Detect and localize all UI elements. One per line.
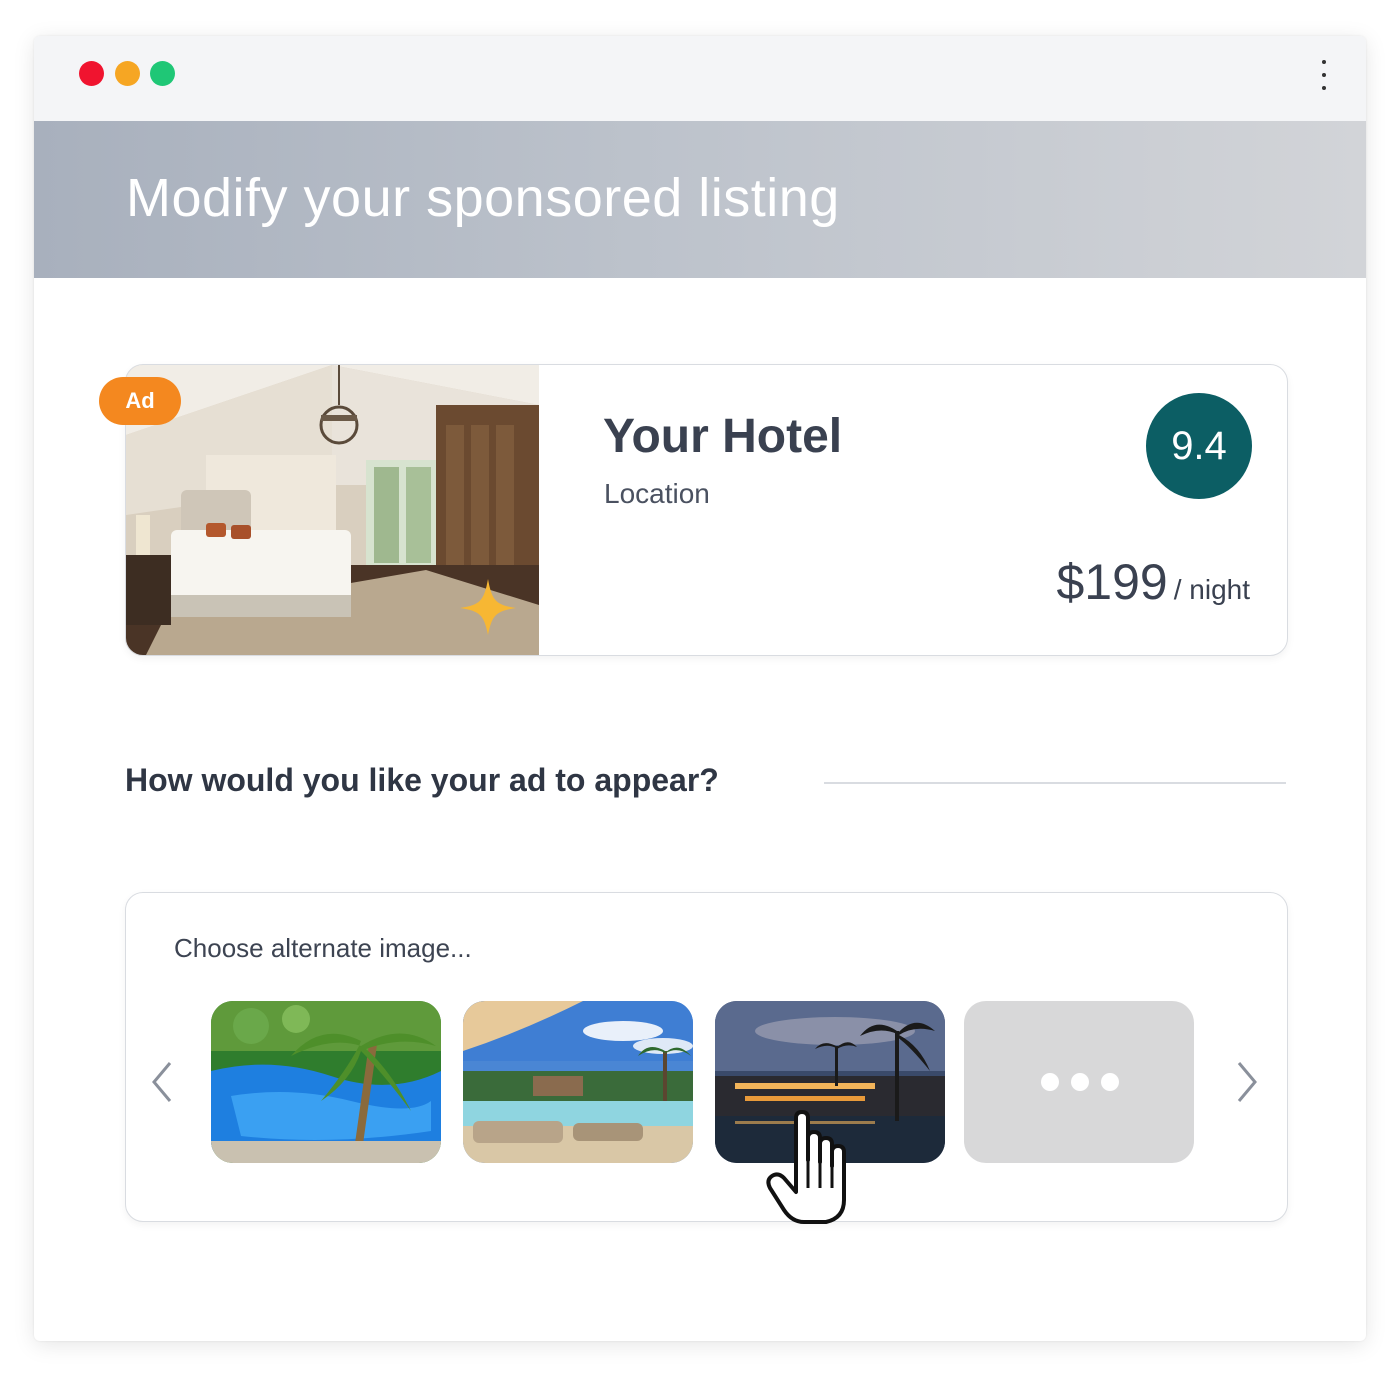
hotel-name: Your Hotel: [603, 410, 843, 463]
hotel-location: Location: [604, 478, 710, 509]
browser-window: Modify your sponsored listing Ad Your Ho…: [34, 36, 1366, 1341]
thumbnail-resort-night[interactable]: [715, 1001, 945, 1163]
price-display: $199/ night: [1056, 553, 1250, 611]
close-window-button[interactable]: [79, 61, 104, 86]
image-chooser: Choose alternate image...: [125, 892, 1288, 1222]
hotel-room-photo: [126, 365, 539, 655]
page-banner: Modify your sponsored listing: [34, 121, 1366, 278]
divider: [824, 782, 1286, 784]
price-amount: $199: [1056, 554, 1168, 610]
hotel-listing-card: Your Hotel Location 9.4 $199/ night: [125, 364, 1288, 656]
page-title: Modify your sponsored listing: [126, 168, 840, 228]
window-titlebar: [34, 36, 1366, 121]
previous-arrow-icon[interactable]: [148, 1057, 178, 1107]
ad-appearance-question: How would you like your ad to appear?: [125, 762, 719, 798]
rating-badge: 9.4: [1146, 393, 1252, 499]
maximize-window-button[interactable]: [150, 61, 175, 86]
more-images-button[interactable]: [964, 1001, 1194, 1163]
thumbnail-beach-pool[interactable]: [463, 1001, 693, 1163]
minimize-window-button[interactable]: [115, 61, 140, 86]
thumbnail-resort-pool[interactable]: [211, 1001, 441, 1163]
chooser-label: Choose alternate image...: [174, 933, 472, 963]
kebab-menu-icon[interactable]: [1314, 58, 1334, 94]
ad-badge: Ad: [99, 377, 181, 425]
next-arrow-icon[interactable]: [1231, 1057, 1261, 1107]
price-unit: / night: [1173, 574, 1250, 605]
